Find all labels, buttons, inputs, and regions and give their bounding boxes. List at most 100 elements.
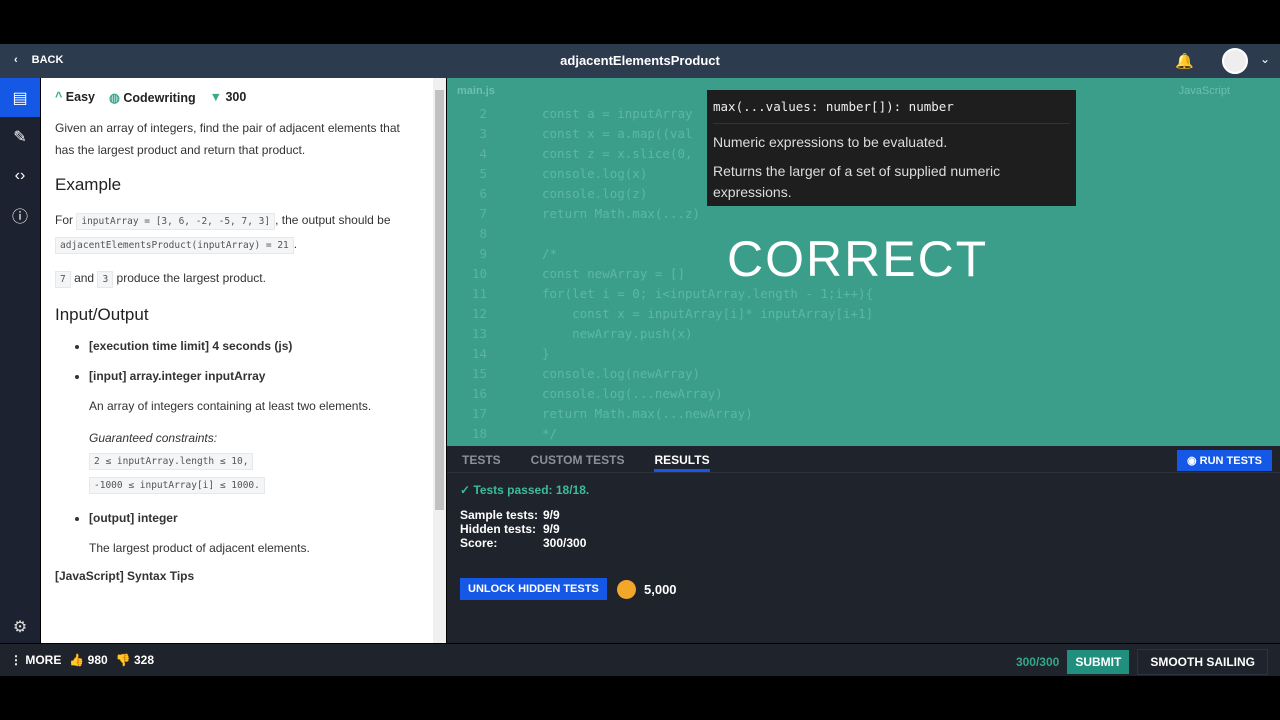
line-number: 5 [479, 166, 487, 181]
info-icon[interactable]: ⓘ [0, 195, 40, 234]
coin-count: 5,000 [644, 582, 677, 597]
top-bar: ‹ BACK adjacentElementsProduct 🔔 ⌄ [0, 44, 1280, 78]
line-text: } [542, 346, 550, 361]
points: 300 [225, 90, 247, 104]
dislike-button[interactable]: 👎 328 [116, 653, 154, 667]
t: , the output should be [275, 213, 391, 227]
t: and [74, 271, 95, 285]
line-number: 12 [471, 306, 487, 321]
code-icon[interactable]: ‹› [0, 156, 40, 195]
line-number: 15 [471, 366, 487, 381]
example-text: For inputArray = [3, 6, -2, -5, 7, 3], t… [55, 209, 419, 257]
line-text [487, 224, 542, 244]
line-text: /* [542, 246, 558, 261]
output-desc: The largest product of adjacent elements… [89, 541, 310, 555]
line-text: console.log(...newArray) [542, 386, 723, 401]
language-select[interactable]: JavaScript [1179, 85, 1230, 97]
io-heading: Input/Output [55, 305, 149, 324]
line-text: const x = a.map((val [542, 126, 693, 141]
line-text: return Math.max(...z) [542, 206, 701, 221]
label: Sample tests: [460, 508, 539, 522]
coin-icon [617, 580, 636, 599]
thumbs-up-icon: 👍 [69, 653, 85, 667]
more-button[interactable]: ⋮ MORE [10, 653, 61, 667]
tests-passed: ✓ Tests passed: 18/18. [460, 483, 589, 497]
document-icon[interactable]: ▤ [0, 78, 40, 117]
v2: 3 [97, 271, 114, 288]
constraints: Guaranteed constraints: 2 ≤ inputArray.le… [55, 427, 419, 497]
code-editor[interactable]: main.js JavaScript 2 const a = inputArray… [447, 78, 1280, 446]
likes: 980 [87, 653, 108, 667]
line-number: 18 [471, 426, 487, 441]
tooltip-param: Numeric expressions to be evaluated. [713, 134, 948, 150]
line-number: 17 [471, 406, 487, 421]
input-spec: [input] array.integer inputArray [89, 369, 419, 383]
bell-icon[interactable]: 🔔 [1175, 52, 1194, 70]
line-text: const newArray = [] [542, 266, 685, 281]
correct-overlay: CORRECT [727, 231, 989, 287]
chat-icon[interactable]: ✎ [0, 117, 40, 156]
line-number: 2 [479, 106, 487, 121]
file-tab[interactable]: main.js [457, 85, 495, 97]
difficulty-badge: ^ Easy [55, 90, 95, 105]
hidden-value: 9/9 [543, 522, 560, 536]
line-number: 9 [479, 246, 487, 261]
gear-icon[interactable]: ⚙ [0, 617, 40, 637]
line-number: 16 [471, 386, 487, 401]
line-text: return Math.max(...newArray) [542, 406, 753, 421]
line-number: 6 [479, 186, 487, 201]
dislikes: 328 [133, 653, 154, 667]
line-text: newArray.push(x) [542, 326, 693, 341]
tab-tests[interactable]: TESTS [462, 446, 501, 472]
time-limit: [execution time limit] 4 seconds (js) [89, 339, 419, 353]
sidebar: ▤ ✎ ‹› ⓘ ⚙ [0, 78, 40, 643]
c2: -1000 ≤ inputArray[i] ≤ 1000. [89, 477, 265, 494]
unlock-hidden-tests-button[interactable]: UNLOCK HIDDEN TESTS [460, 578, 607, 600]
example-heading: Example [55, 175, 122, 194]
line-number: 11 [471, 286, 487, 301]
intro: Given an array of integers, find the pai… [55, 121, 400, 157]
tab-results[interactable]: RESULTS [654, 446, 710, 472]
output-spec: [output] integer [89, 511, 419, 525]
tooltip-signature: max(...values: number[]): number [713, 96, 1070, 124]
example-input: inputArray = [3, 6, -2, -5, 7, 3] [76, 213, 276, 230]
scroll-thumb[interactable] [435, 90, 444, 510]
code-line: 15 console.log(newArray) [447, 364, 873, 384]
coins: 5,000 [617, 580, 677, 599]
input-desc: An array of integers containing at least… [89, 399, 372, 413]
line-number: 3 [479, 126, 487, 141]
smooth-sailing-button[interactable]: SMOOTH SAILING [1137, 649, 1268, 675]
avatar[interactable] [1222, 48, 1248, 74]
line-number: 8 [479, 226, 487, 241]
code-line: 14} [447, 344, 873, 364]
constraints-label: Guaranteed constraints: [89, 431, 218, 445]
submit-button[interactable]: SUBMIT [1067, 650, 1130, 674]
chevron-down-icon[interactable]: ⌄ [1260, 52, 1270, 66]
scrollbar[interactable] [433, 78, 446, 643]
label: Hidden tests: [460, 522, 537, 536]
play-icon: ◉ [1187, 455, 1200, 467]
chevron-up-icon: ^ [55, 90, 66, 104]
line-number: 14 [471, 346, 487, 361]
type: Codewriting [123, 91, 196, 105]
check-circle-icon: ✓ [460, 483, 474, 497]
score: 300/300 [1015, 655, 1060, 669]
t: produce the largest product. [116, 271, 266, 285]
code-line: 7 return Math.max(...z) [447, 204, 873, 224]
run-tests-button[interactable]: ◉ RUN TESTS [1177, 450, 1272, 471]
line-number: 4 [479, 146, 487, 161]
t: . [293, 237, 298, 251]
example-output: adjacentElementsProduct(inputArray) = 21 [55, 237, 294, 254]
sample-value: 9/9 [543, 508, 560, 522]
code-line: 12 const x = inputArray[i]* inputArray[i… [447, 304, 873, 324]
like-button[interactable]: 👍 980 [69, 653, 107, 667]
syntax-tips[interactable]: [JavaScript] Syntax Tips [55, 569, 419, 583]
line-text: console.log(newArray) [542, 366, 701, 381]
code-line: 13 newArray.push(x) [447, 324, 873, 344]
code-line: 16 console.log(...newArray) [447, 384, 873, 404]
line-text: const a = inputArray [542, 106, 693, 121]
more-label: MORE [25, 653, 62, 667]
line-text: const x = inputArray[i]* inputArray[i+1] [542, 306, 874, 321]
points-icon: ▼ [209, 90, 226, 104]
tab-custom-tests[interactable]: CUSTOM TESTS [531, 446, 625, 472]
